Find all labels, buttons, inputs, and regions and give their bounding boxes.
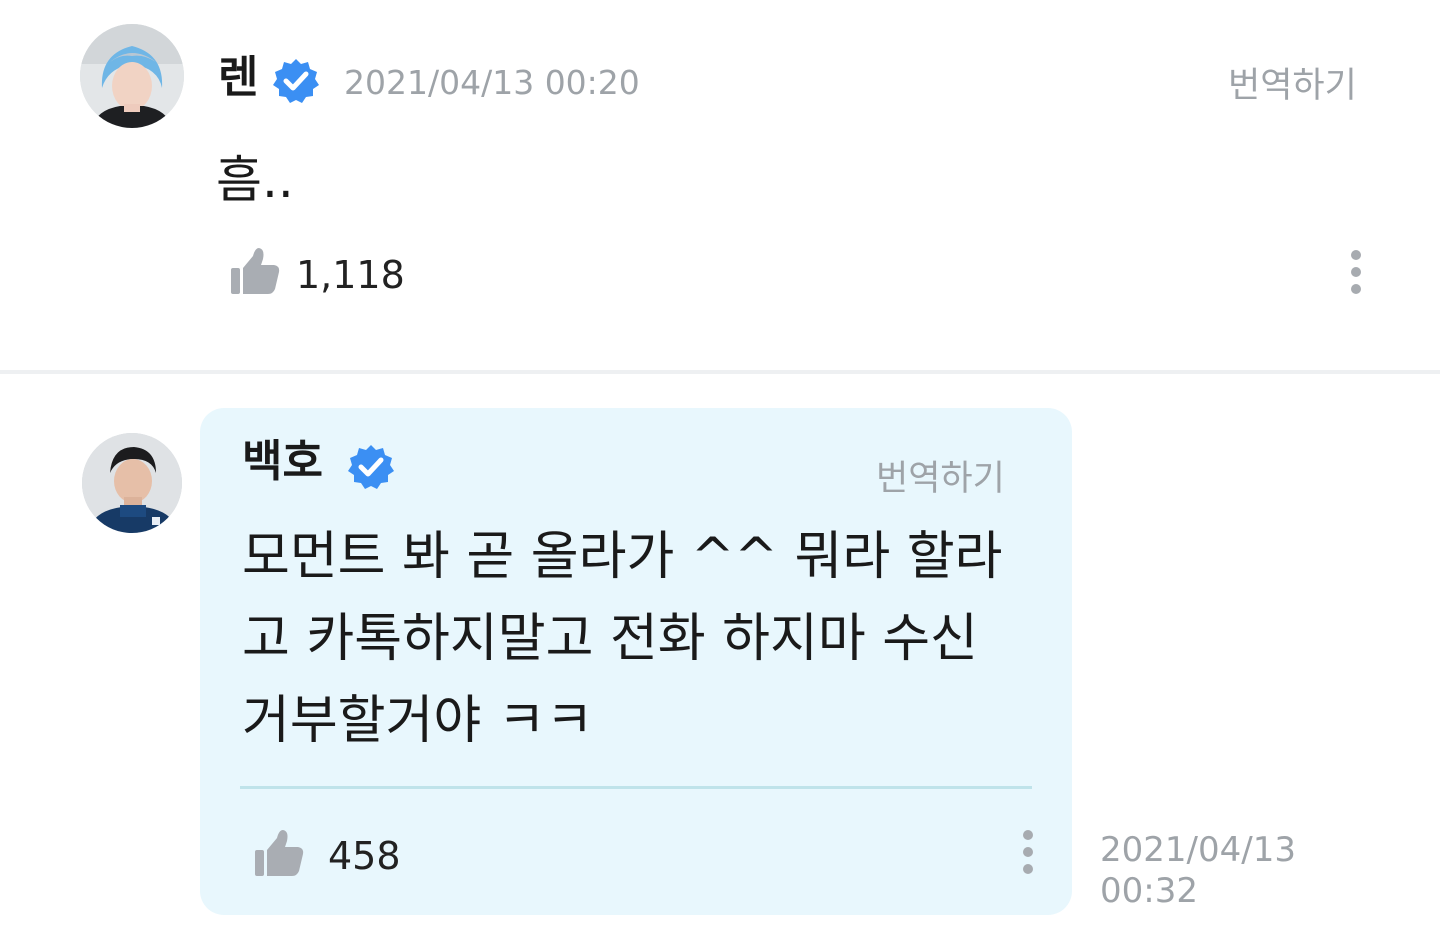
comment-body-line: 고 카톡하지말고 전화 하지마 수신 [242,609,978,669]
comment-timestamp: 2021/04/13 00:32 [1100,830,1296,912]
comment-body-line: 모먼트 봐 곧 올라가 ^^ 뭐라 할라 [242,527,1003,587]
like-count: 1,118 [296,253,405,297]
more-vertical-icon[interactable] [1344,246,1368,298]
avatar-baekho-image [82,433,182,533]
comment-body: 모먼트 봐 곧 올라가 ^^ 뭐라 할라 고 카톡하지말고 전화 하지마 수신 … [242,516,1042,762]
avatar-ren-image [80,24,184,128]
comment-body-line: 거부할거야 ㅋㅋ [242,691,594,751]
thumbs-up-icon[interactable] [252,826,306,880]
verified-badge-icon [348,445,394,489]
post-divider [0,370,1440,374]
translate-button[interactable]: 번역하기 [876,450,1005,501]
more-vertical-icon[interactable] [1016,826,1040,878]
avatar-baekho[interactable] [82,433,182,533]
post-timestamp: 2021/04/13 00:20 [344,63,640,102]
author-name[interactable]: 백호 [242,440,323,484]
comment-timestamp-time: 00:32 [1100,871,1198,911]
translate-button[interactable]: 번역하기 [1228,57,1357,108]
author-name[interactable]: 렌 [218,56,258,100]
like-count: 458 [328,834,401,878]
avatar-ren[interactable] [80,24,184,128]
fan-comments-screen: 렌 2021/04/13 00:20 번역하기 흠.. 1,118 백호 번역하… [0,0,1440,937]
post-body: 흠.. [216,151,294,209]
verified-badge-icon [273,59,319,103]
comment-timestamp-date: 2021/04/13 [1100,830,1296,870]
post-ren: 렌 2021/04/13 00:20 번역하기 흠.. 1,118 [0,0,1440,372]
bubble-divider [240,786,1032,789]
thumbs-up-icon[interactable] [228,244,282,298]
